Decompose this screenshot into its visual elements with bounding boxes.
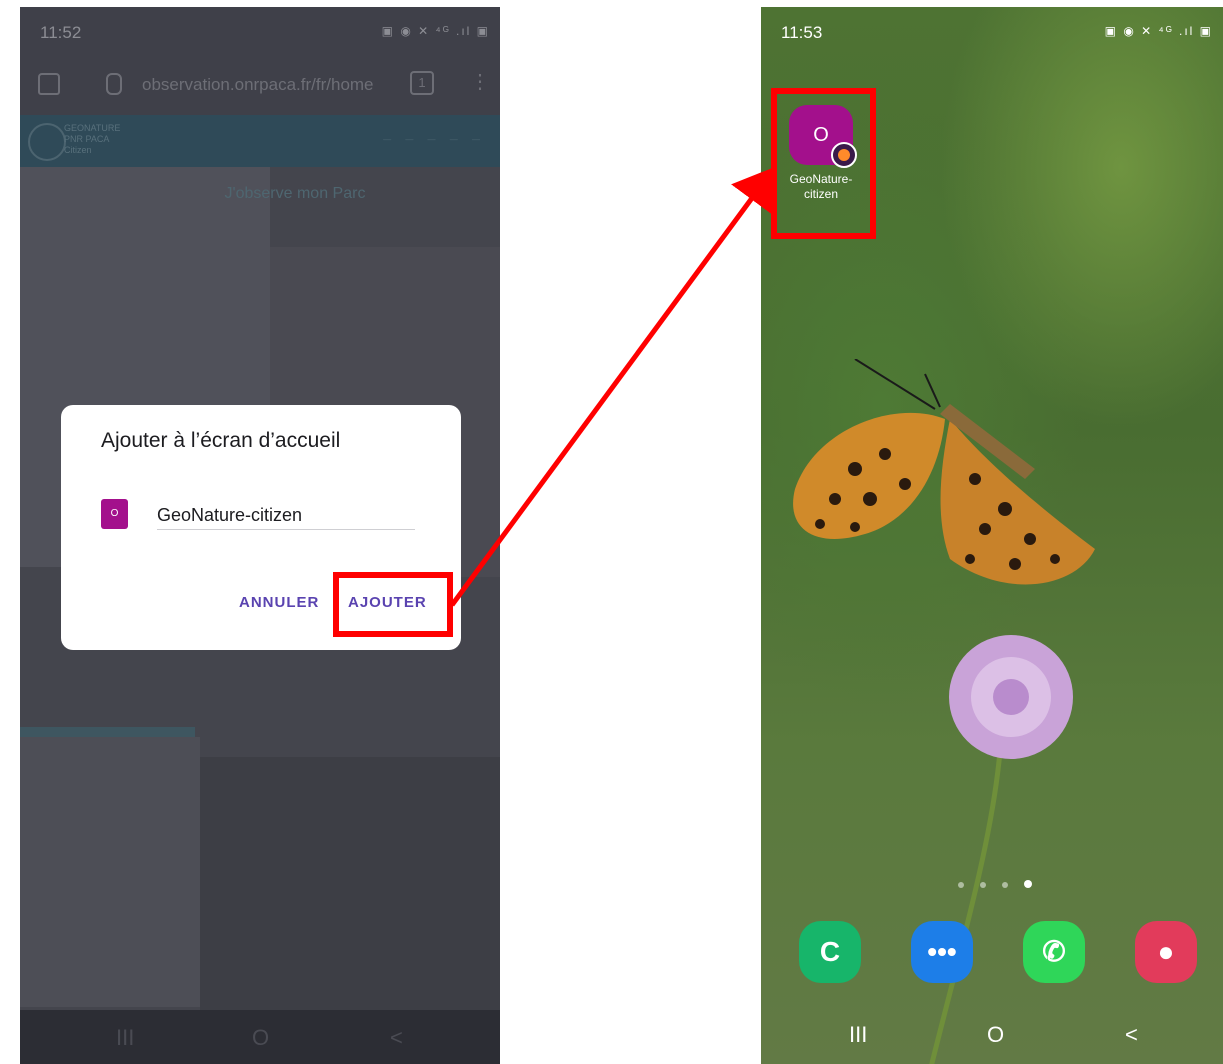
page-dot bbox=[958, 882, 964, 888]
whatsapp-glyph: ✆ bbox=[1042, 936, 1066, 967]
status-bar: 11:52 ▣ ◉ ✕ ⁴ᴳ .ıl ▣ bbox=[20, 7, 500, 55]
page-dot bbox=[1002, 882, 1008, 888]
flower-illustration bbox=[929, 635, 1073, 1064]
butterfly-illustration bbox=[793, 359, 1095, 585]
dialog-title: Ajouter à l’écran d’accueil bbox=[101, 429, 341, 452]
app-icon-preview: O bbox=[101, 499, 128, 529]
tab-counter-button[interactable]: 1 bbox=[410, 71, 434, 95]
camera-glyph: ● bbox=[1157, 936, 1175, 967]
site-nav: — — — — — bbox=[383, 135, 486, 144]
home-button[interactable]: O bbox=[987, 1022, 1004, 1048]
ajouter-highlight-box bbox=[333, 572, 453, 637]
page-indicator bbox=[958, 875, 1048, 888]
status-bar: 11:53 ▣ ◉ ✕ ⁴ᴳ .ıl ▣ bbox=[761, 7, 1223, 55]
gallery-photo bbox=[20, 737, 200, 1007]
messages-glyph: ••• bbox=[927, 936, 957, 967]
page-heading: J'observe mon Parc bbox=[224, 185, 366, 202]
app-dock: C ••• ✆ ● bbox=[761, 921, 1223, 991]
whatsapp-app-icon[interactable]: ✆ bbox=[1023, 921, 1085, 983]
home-button[interactable]: O bbox=[252, 1025, 269, 1051]
back-button[interactable]: < bbox=[1125, 1022, 1138, 1048]
status-icons: ▣ ◉ ✕ ⁴ᴳ .ıl ▣ bbox=[381, 24, 490, 38]
cancel-button[interactable]: ANNULER bbox=[239, 594, 319, 611]
system-navbar: III O < bbox=[20, 1010, 500, 1064]
site-logo[interactable] bbox=[28, 123, 66, 161]
phone-app-icon[interactable]: C bbox=[799, 921, 861, 983]
phone-glyph: C bbox=[819, 936, 841, 967]
site-header: GEONATURE PNR PACA Citizen — — — — — bbox=[20, 115, 500, 167]
system-navbar: III O < bbox=[761, 1004, 1223, 1064]
url-field[interactable]: observation.onrpaca.fr/fr/home bbox=[142, 75, 374, 95]
back-button[interactable]: < bbox=[390, 1025, 403, 1051]
browser-toolbar: observation.onrpaca.fr/fr/home 1 ⋮ bbox=[20, 55, 500, 115]
shortcut-highlight-box bbox=[771, 88, 876, 239]
gallery-photo bbox=[200, 757, 500, 1010]
messages-app-icon[interactable]: ••• bbox=[911, 921, 973, 983]
left-phone-screen: 11:52 ▣ ◉ ✕ ⁴ᴳ .ıl ▣ observation.onrpaca… bbox=[20, 7, 500, 1064]
camera-app-icon[interactable]: ● bbox=[1135, 921, 1197, 983]
page-dot bbox=[980, 882, 986, 888]
status-time: 11:52 bbox=[40, 23, 82, 42]
lock-icon[interactable] bbox=[106, 73, 122, 95]
status-icons: ▣ ◉ ✕ ⁴ᴳ .ıl ▣ bbox=[1104, 24, 1213, 38]
recents-button[interactable]: III bbox=[116, 1025, 134, 1051]
site-logo-text: GEONATURE PNR PACA Citizen bbox=[64, 123, 121, 155]
overflow-menu-icon[interactable]: ⋮ bbox=[470, 69, 490, 94]
recents-button[interactable]: III bbox=[849, 1022, 867, 1048]
status-time: 11:53 bbox=[781, 23, 823, 42]
page-dot-active bbox=[1024, 880, 1032, 888]
shortcut-name-input[interactable] bbox=[157, 502, 415, 530]
home-icon[interactable] bbox=[38, 73, 60, 95]
